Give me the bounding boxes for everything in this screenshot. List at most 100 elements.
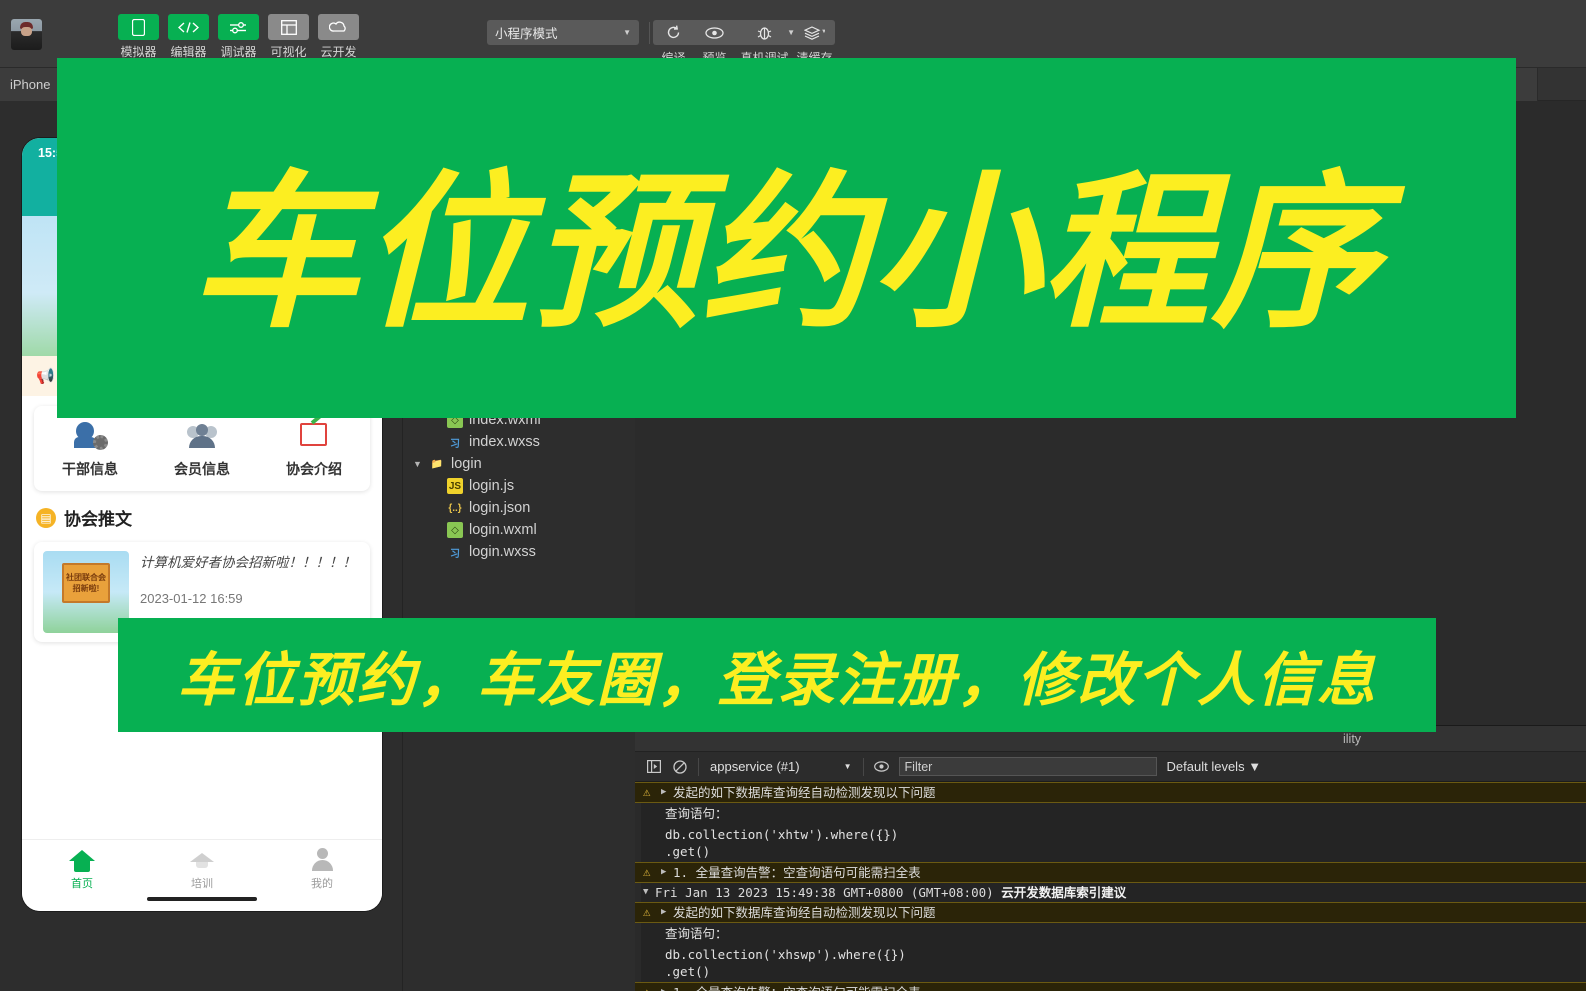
eye-icon <box>694 20 735 45</box>
tool-button-group: 模拟器 编辑器 调试器 可视化 云开发 <box>118 14 359 60</box>
quick-entry-grid: 干部信息 会员信息 协会介绍 <box>34 406 370 491</box>
tool-visual[interactable]: 可视化 <box>268 14 309 60</box>
panel-icon[interactable] <box>641 755 667 779</box>
tool-cloud[interactable]: 云开发 <box>318 14 359 60</box>
console-source-select[interactable]: appservice (#1) ▼ <box>704 759 858 774</box>
tab-mine-label: 我的 <box>311 878 333 890</box>
chevron-down-icon[interactable]: ▼ <box>413 459 423 469</box>
console-warning-text: 发起的如下数据库查询经自动检测发现以下问题 <box>673 905 936 920</box>
grid-item-intro-label: 协会介绍 <box>286 461 342 477</box>
tool-simulator[interactable]: 模拟器 <box>118 14 159 60</box>
thumb-line2: 招新啦! <box>72 584 100 593</box>
disclosure-triangle-icon[interactable]: ▶ <box>661 984 673 991</box>
grid-item-members[interactable]: 会员信息 <box>146 420 258 479</box>
warning-icon: ⚠ <box>643 904 651 919</box>
code-icon <box>168 14 209 40</box>
wechat-devtools-window: 模拟器 编辑器 调试器 可视化 云开发 小程序模式 ▼ ▼ ▼ iPhone 1… <box>0 0 1586 991</box>
bug-icon <box>744 20 785 45</box>
file-tree-item-label: index.wxss <box>469 434 540 450</box>
file-tree-item-label: login.wxml <box>469 522 537 538</box>
tool-editor[interactable]: 编辑器 <box>168 14 209 60</box>
file-tree-item[interactable]: JS login.js <box>403 475 635 497</box>
tool-debugger[interactable]: 调试器 <box>218 14 259 60</box>
console-filter-input[interactable]: Filter <box>898 757 1157 776</box>
file-tree-item-label: login.json <box>469 500 531 516</box>
editor-scrollbar[interactable] <box>1576 101 1586 725</box>
refresh-icon <box>653 20 694 45</box>
file-tree-item[interactable]: 习 login.wxss <box>403 541 635 563</box>
disclosure-triangle-icon[interactable]: ▶ <box>661 904 673 917</box>
console-toolbar: appservice (#1) ▼ Filter Default levels … <box>635 752 1586 782</box>
megaphone-icon: 📢 <box>36 368 55 385</box>
tab-home-label: 首页 <box>71 878 93 890</box>
console-levels-select[interactable]: Default levels ▼ <box>1167 759 1262 774</box>
console-levels-value: Default levels <box>1166 759 1245 774</box>
chevron-down-icon: ▼ <box>843 762 852 771</box>
warning-icon: ⚠ <box>643 784 651 799</box>
console-timestamp: Fri Jan 13 2023 15:49:38 GMT+0800 (GMT+0… <box>655 885 994 900</box>
title-overlay-text: 车位预约小程序 <box>191 158 1382 347</box>
home-indicator <box>147 897 257 901</box>
project-mode-value: 小程序模式 <box>495 27 558 41</box>
console-warning-row[interactable]: ⚠ ▶ 发起的如下数据库查询经自动检测发现以下问题 <box>635 902 1586 923</box>
console-warning-row[interactable]: ⚠▶1. 全量查询告警：空查询语句可能需扫全表 <box>635 982 1586 991</box>
console-filter-placeholder: Filter <box>904 759 933 774</box>
article-thumbnail: 社团联合会 招新啦! <box>43 551 129 633</box>
file-tree-item[interactable]: ▼ 📁 login <box>403 453 635 475</box>
grid-item-cadre-label: 干部信息 <box>62 461 118 477</box>
console-warning-row[interactable]: ⚠ ▶1. 全量查询告警：空查询语句可能需扫全表 <box>635 862 1586 883</box>
title-overlay-banner: 车位预约小程序 <box>57 58 1516 418</box>
article-date: 2023-01-12 16:59 <box>140 591 243 607</box>
thumbnail-board: 社团联合会 招新啦! <box>62 563 110 603</box>
file-tree-item-label: login.js <box>469 478 515 494</box>
disclosure-triangle-icon[interactable]: ▶ <box>661 784 673 797</box>
wxml-file-icon: ◇ <box>447 522 463 538</box>
file-tree-item[interactable]: {..} login.json <box>403 497 635 519</box>
file-tree-item[interactable]: ◇ login.wxml <box>403 519 635 541</box>
folder-icon: 📁 <box>430 458 444 470</box>
thumb-line1: 社团联合会 <box>66 573 106 582</box>
warning-icon: ⚠ <box>643 864 651 879</box>
disclosure-triangle-icon[interactable]: ▼ <box>643 884 655 897</box>
console-warning-text: 1. 全量查询告警：空查询语句可能需扫全表 <box>673 984 1586 991</box>
file-tree-item-label: login <box>451 456 482 472</box>
svg-text:▼: ▼ <box>821 29 825 35</box>
grid-item-members-label: 会员信息 <box>174 461 230 477</box>
warning-icon: ⚠ <box>643 984 661 991</box>
console-log-list[interactable]: ⚠ ▶ 发起的如下数据库查询经自动检测发现以下问题 查询语句： db.collectio… <box>635 782 1586 991</box>
tab-accessibility[interactable]: ility <box>1343 732 1361 746</box>
tab-home[interactable]: 首页 <box>22 840 142 911</box>
grid-item-cadre[interactable]: 干部信息 <box>34 420 146 479</box>
document-icon: ▤ <box>36 507 56 528</box>
console-text-row: 查询语句： <box>665 806 728 821</box>
tab-mine[interactable]: 我的 <box>262 840 382 911</box>
subtitle-overlay-text: 车位预约，车友圈，登录注册，修改个人信息 <box>176 648 1377 713</box>
subtitle-overlay-banner: 车位预约，车友圈，登录注册，修改个人信息 <box>118 618 1436 732</box>
chevron-down-icon: ▼ <box>623 28 631 37</box>
console-text-row: 查询语句： <box>665 926 728 941</box>
js-file-icon: JS <box>447 478 463 494</box>
project-mode-select[interactable]: 小程序模式 ▼ <box>487 20 639 45</box>
avatar[interactable] <box>11 19 42 50</box>
console-warning-row[interactable]: ⚠ ▶ 发起的如下数据库查询经自动检测发现以下问题 <box>635 782 1586 803</box>
tab-training-label: 培训 <box>191 878 213 890</box>
console-warning-text: 1. 全量查询告警：空查询语句可能需扫全表 <box>673 865 921 880</box>
phone-icon <box>118 14 159 40</box>
intro-icon <box>296 420 332 452</box>
members-icon <box>184 420 220 452</box>
user-icon <box>309 848 335 872</box>
ban-icon[interactable] <box>667 755 693 779</box>
grid-item-intro[interactable]: 协会介绍 <box>258 420 370 479</box>
file-tree-item-label: login.wxss <box>469 544 536 560</box>
console-text-row: db.collection('xhtw').where({}) .get() <box>665 827 899 859</box>
disclosure-triangle-icon[interactable]: ▶ <box>661 864 673 877</box>
console-panel: ility appservice (#1) ▼ Filter Default l <box>635 725 1586 991</box>
avatar-face <box>21 27 32 36</box>
eye-icon[interactable] <box>869 755 895 779</box>
device-tab[interactable]: iPhone <box>0 68 58 101</box>
file-tree-item[interactable]: 习 index.wxss <box>403 431 635 453</box>
console-group-row[interactable]: ▼ Fri Jan 13 2023 15:49:38 GMT+0800 (GMT+… <box>635 883 1586 902</box>
json-file-icon: {..} <box>448 502 462 514</box>
graduation-cap-icon <box>189 848 215 872</box>
console-text-row: db.collection('xhswp').where({}) .get() <box>665 947 906 979</box>
